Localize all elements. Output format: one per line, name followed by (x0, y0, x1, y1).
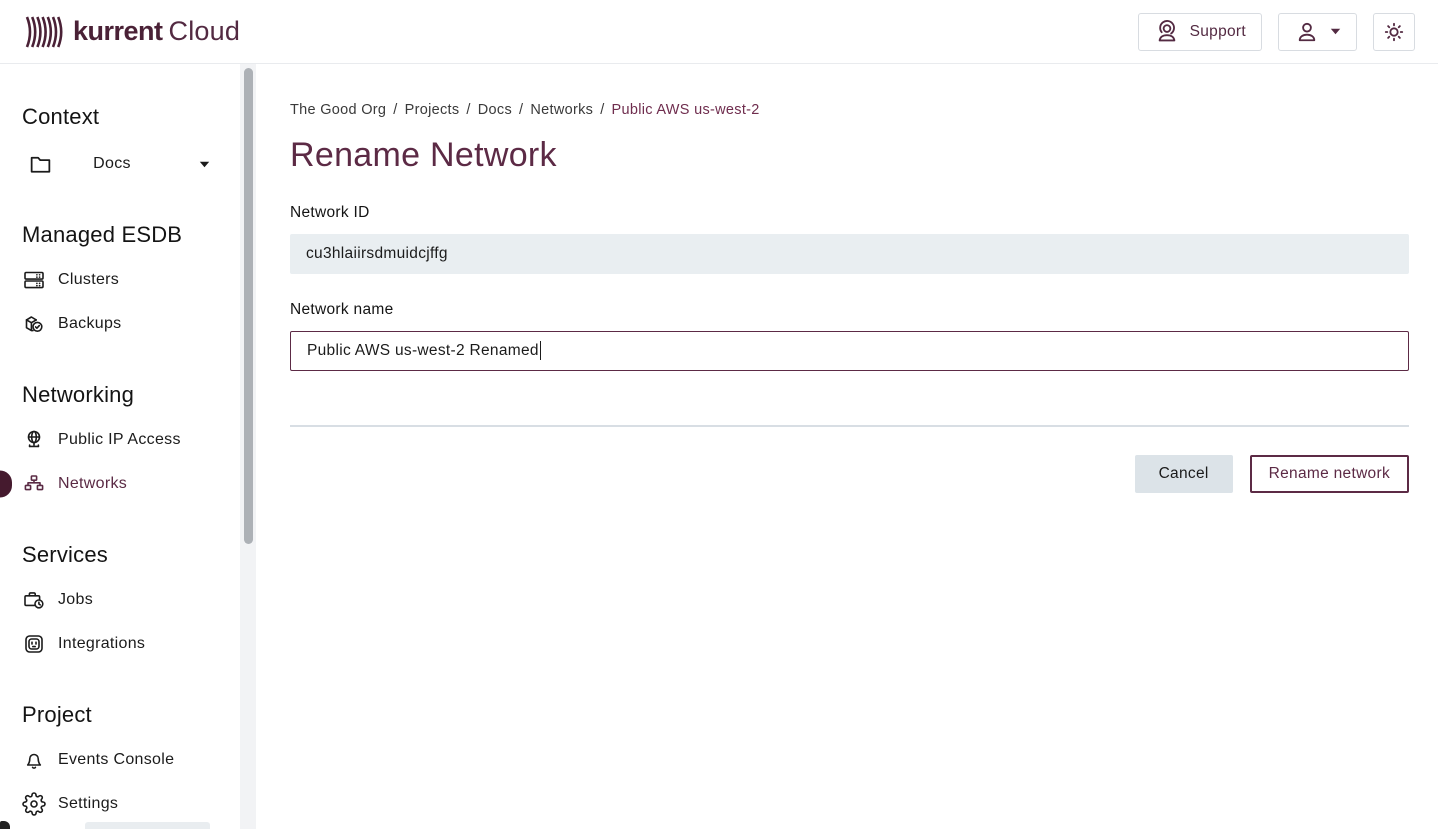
logo-brand-text: kurrent (73, 16, 163, 46)
form-actions: Cancel Rename network (290, 455, 1409, 493)
bell-icon (22, 748, 46, 772)
account-menu-button[interactable] (1278, 13, 1357, 51)
network-name-input[interactable]: Public AWS us-west-2 Renamed (290, 331, 1409, 371)
sidebar-item-public-ip-access[interactable]: Public IP Access (0, 418, 240, 462)
main-content: The Good Org / Projects / Docs / Network… (256, 64, 1438, 829)
breadcrumb-item-networks[interactable]: Networks (530, 102, 593, 118)
sidebar-item-label: Integrations (58, 635, 145, 653)
theme-toggle-button[interactable] (1373, 13, 1415, 51)
breadcrumb-separator: / (393, 102, 397, 118)
sidebar-item-label: Networks (58, 475, 127, 493)
user-icon (1294, 19, 1320, 45)
network-tree-icon (22, 472, 46, 496)
page-title: Rename Network (290, 134, 1409, 177)
breadcrumb-separator: / (466, 102, 470, 118)
context-selector-label: Docs (53, 155, 171, 173)
sidebar-item-clusters[interactable]: Clusters (0, 258, 240, 302)
sidebar-item-label: Clusters (58, 271, 119, 289)
sidebar-item-label: Public IP Access (58, 431, 181, 449)
network-name-label: Network name (290, 301, 1409, 319)
caret-down-icon (199, 161, 210, 168)
rename-network-button[interactable]: Rename network (1250, 455, 1409, 493)
breadcrumb-item-org[interactable]: The Good Org (290, 102, 386, 118)
sidebar-item-jobs[interactable]: Jobs (0, 578, 240, 622)
text-cursor (540, 341, 542, 360)
sidebar-section-project: Project (22, 702, 240, 728)
network-id-label: Network ID (290, 204, 1409, 222)
sidebar-item-events-console[interactable]: Events Console (0, 738, 240, 782)
kurrent-cloud-logo[interactable]: kurrentCloud (24, 14, 240, 50)
sidebar-item-label: Events Console (58, 751, 174, 769)
sidebar-cutoff-icon (0, 821, 10, 829)
network-id-field: cu3hlaiirsdmuidcjffg (290, 234, 1409, 274)
folder-icon (28, 152, 53, 177)
gear-icon (22, 792, 46, 816)
sidebar-section-networking: Networking (22, 382, 240, 408)
context-selector-docs[interactable]: Docs (0, 142, 240, 186)
breadcrumb-item-docs[interactable]: Docs (478, 102, 512, 118)
sidebar-scrollbar-thumb[interactable] (244, 68, 253, 544)
breadcrumb-separator: / (519, 102, 523, 118)
breadcrumb-separator: / (600, 102, 604, 118)
form-divider (290, 425, 1409, 427)
breadcrumb-current: Public AWS us-west-2 (612, 102, 760, 118)
support-agent-icon (1154, 19, 1180, 45)
sidebar-item-backups[interactable]: Backups (0, 302, 240, 346)
sidebar-section-context: Context (22, 104, 240, 130)
support-button[interactable]: Support (1138, 13, 1262, 51)
network-name-value: Public AWS us-west-2 Renamed (307, 342, 539, 360)
breadcrumb: The Good Org / Projects / Docs / Network… (290, 102, 1409, 118)
sound-waves-icon (24, 14, 66, 50)
sidebar-item-networks[interactable]: Networks (0, 462, 240, 506)
sidebar-item-integrations[interactable]: Integrations (0, 622, 240, 666)
globe-stand-icon (22, 428, 46, 452)
sidebar-nav: Context Docs Managed ESDB (0, 64, 240, 829)
sidebar-item-label: Backups (58, 315, 121, 333)
outlet-icon (22, 632, 46, 656)
sidebar-item-label: Jobs (58, 591, 93, 609)
backup-box-clock-icon (22, 312, 46, 336)
sun-icon (1381, 19, 1407, 45)
briefcase-clock-icon (22, 588, 46, 612)
caret-down-icon (1330, 28, 1341, 35)
sidebar-section-services: Services (22, 542, 240, 568)
support-button-label: Support (1190, 23, 1246, 41)
sidebar-section-managed-esdb: Managed ESDB (22, 222, 240, 248)
active-item-indicator (0, 471, 12, 498)
sidebar-item-label: Settings (58, 795, 118, 813)
logo-product-text: Cloud (169, 16, 241, 46)
breadcrumb-item-projects[interactable]: Projects (405, 102, 460, 118)
cancel-button[interactable]: Cancel (1135, 455, 1233, 493)
sidebar-cutoff-item (85, 822, 210, 829)
network-id-value: cu3hlaiirsdmuidcjffg (306, 245, 448, 263)
top-header: kurrentCloud Support (0, 0, 1438, 64)
sidebar-item-settings[interactable]: Settings (0, 782, 240, 826)
sidebar-scrollbar-track (240, 64, 256, 829)
clusters-icon (22, 268, 46, 292)
